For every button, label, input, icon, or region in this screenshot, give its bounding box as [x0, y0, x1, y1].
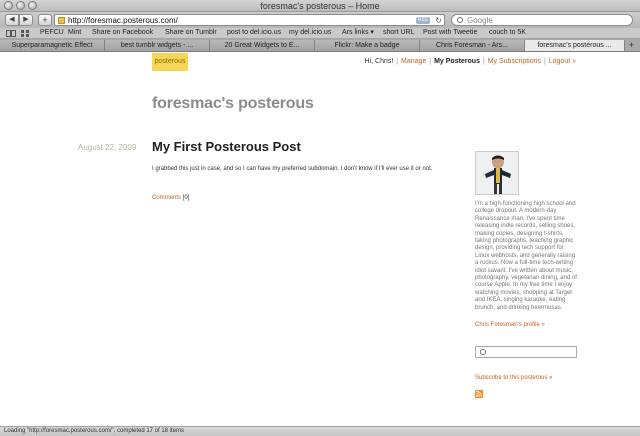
top-sites-grid-icon[interactable] [21, 30, 29, 37]
site-title[interactable]: foresmac's posterous [152, 95, 314, 113]
post-date: August 22, 2009 [78, 143, 137, 152]
tab-chris-foresman-ars[interactable]: Chris Foresman - Ars... [420, 40, 525, 51]
bookmark-short-url[interactable]: short URL [383, 28, 415, 38]
window-title: foresmac's posterous – Home [260, 1, 380, 11]
search-placeholder: Google [467, 16, 493, 25]
url-text[interactable]: http://foresmac.posterous.com/ [68, 15, 178, 26]
bookmark-pefcu[interactable]: PEFCU [40, 28, 64, 38]
profile-link[interactable]: Chris Foresman's profile » [475, 322, 545, 328]
bookmark-share-facebook[interactable]: Share on Facebook [92, 28, 153, 38]
search-field[interactable]: Google [451, 14, 633, 26]
tab-great-widgets[interactable]: 20 Great Widgets to E... [210, 40, 315, 51]
search-icon [480, 349, 486, 355]
user-nav: Hi, Chris! | Manage | My Posterous | My … [364, 58, 576, 65]
comments-link[interactable]: Comments [152, 195, 181, 201]
avatar[interactable] [475, 151, 519, 195]
comments-count: [0] [182, 195, 190, 201]
site-favicon-icon [58, 17, 65, 24]
greeting: Hi, Chris! [364, 58, 394, 65]
rss-badge[interactable]: RSS [415, 17, 430, 24]
browser-toolbar: ◀ ▶ + http://foresmac.posterous.com/ RSS… [0, 12, 640, 28]
bookmark-share-tumblr[interactable]: Share on Tumblr [165, 28, 217, 38]
forward-button[interactable]: ▶ [19, 14, 33, 26]
tab-tumblr-widgets[interactable]: best tumblr widgets - ... [105, 40, 210, 51]
bookmark-post-tweetie[interactable]: Post with Tweetie [423, 28, 477, 38]
bookmark-mint[interactable]: Mint [68, 28, 81, 38]
tab-superparamagnetic[interactable]: Superparamagnetic Effect [0, 40, 105, 51]
comments-line: Comments [0] [152, 195, 189, 201]
tab-bar: Superparamagnetic Effect best tumblr wid… [0, 39, 640, 52]
rss-feed-icon[interactable] [475, 390, 483, 398]
back-button[interactable]: ◀ [5, 14, 19, 26]
profile-photo [476, 152, 518, 194]
my-posterous-link[interactable]: My Posterous [434, 58, 480, 65]
author-bio: I'm a high-functioning high school and c… [475, 201, 577, 311]
address-bar[interactable]: http://foresmac.posterous.com/ RSS ↻ [54, 14, 445, 26]
new-tab-button[interactable]: + [625, 40, 638, 51]
bookmark-ars-links[interactable]: Ars links ▾ [342, 28, 374, 38]
tab-flickr-badge[interactable]: Flickr: Make a badge [315, 40, 420, 51]
manage-link[interactable]: Manage [401, 58, 426, 65]
my-subscriptions-link[interactable]: My Subscriptions [488, 58, 541, 65]
posterous-logo[interactable]: posterous [152, 53, 188, 71]
logout-link[interactable]: Logout » [549, 58, 576, 65]
web-page: posterous Hi, Chris! | Manage | My Poste… [0, 53, 640, 426]
bookmark-post-delicious[interactable]: post to del.icio.us [227, 28, 281, 38]
search-icon [457, 17, 463, 23]
sidebar-search-input[interactable] [475, 346, 577, 358]
subscribe-link[interactable]: Subscribe to this posterous » [475, 375, 552, 381]
add-bookmark-button[interactable]: + [38, 14, 52, 26]
post-body: I grabbed this just in case, and so I ca… [152, 166, 433, 172]
title-bar: foresmac's posterous – Home [0, 0, 640, 12]
reload-icon[interactable]: ↻ [435, 15, 442, 26]
tab-foresmac-posterous[interactable]: foresmac's posterous ... [525, 40, 625, 51]
status-bar: Loading "http://foresmac.posterous.com/"… [0, 426, 640, 436]
bookmark-my-delicious[interactable]: my del.icio.us [289, 28, 331, 38]
bookmark-couch-to-5k[interactable]: couch to 5K [489, 28, 526, 38]
bookmarks-bar: PEFCU Mint Share on Facebook Share on Tu… [0, 28, 640, 39]
post-title[interactable]: My First Posterous Post [152, 139, 301, 154]
bookmarks-book-icon[interactable] [6, 30, 16, 37]
